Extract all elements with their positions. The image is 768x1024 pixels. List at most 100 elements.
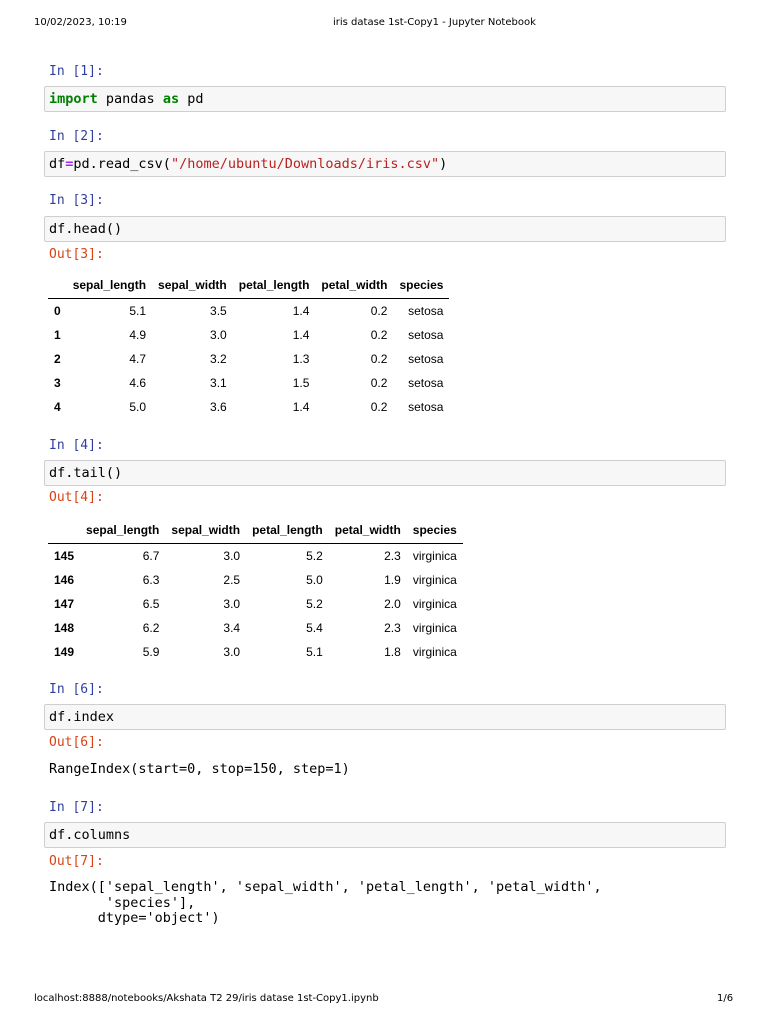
table-cell: 1.9 [384,573,401,587]
table-cell: setosa [408,304,444,318]
table-cell: 0.2 [370,400,388,414]
row-index: 3 [54,376,61,390]
input-prompt: In [6]: [49,682,104,697]
table-cell: virginica [412,597,457,611]
input-prompt: In [3]: [49,193,104,208]
table-cell: 1.4 [292,328,310,342]
table-cell: 3.5 [210,304,227,318]
table-cell: 0.2 [370,304,388,318]
column-header [48,517,81,544]
table-cell: setosa [408,376,444,390]
table-row: 0 5.1 3.5 1.4 0.2 setosa [48,299,449,324]
code-cell[interactable]: import pandas as pd [44,86,726,112]
table-cell: 1.5 [292,376,310,390]
table-cell: 1.4 [292,304,310,318]
table-cell: setosa [408,400,444,414]
table-cell: 5.2 [306,597,323,611]
table-cell: 6.7 [142,549,160,563]
table-cell: 1.8 [384,645,401,659]
table-row: 2 4.7 3.2 1.3 0.2 setosa [48,347,449,371]
table-cell: setosa [408,352,444,366]
code-cell[interactable]: df.index [44,704,726,730]
output-prompt: Out[7]: [49,854,104,869]
column-header: species [393,272,450,299]
output-prompt: Out[6]: [49,735,104,750]
column-header: petal_length [246,517,329,544]
table-cell: 0.2 [370,328,388,342]
input-prompt: In [4]: [49,438,104,453]
table-cell: 3.6 [210,400,227,414]
row-index: 4 [54,400,61,414]
table-row: 147 6.5 3.0 5.2 2.0 virginica [48,592,463,616]
row-index: 145 [54,549,75,563]
input-prompt: In [1]: [49,64,104,79]
row-index: 1 [54,328,61,342]
table-cell: 6.2 [142,621,160,635]
code-cell[interactable]: df.columns [44,822,726,848]
code-text: pd.read_csv( [73,156,171,172]
code-keyword: import [49,91,98,107]
table-cell: virginica [412,573,457,587]
row-index: 147 [54,597,75,611]
table-cell: virginica [412,549,457,563]
table-cell: 5.0 [306,573,323,587]
table-cell: 3.2 [210,352,227,366]
dataframe-head-table: sepal_length sepal_width petal_length petal… [48,272,450,419]
output-text: RangeIndex(start=0, stop=150, step=1) [49,761,350,777]
table-cell: virginica [412,645,457,659]
code-cell[interactable]: df.tail() [44,460,726,486]
page-number: 1/6 [717,993,734,1004]
row-index: 149 [54,645,75,659]
row-index: 2 [54,352,61,366]
column-header: petal_width [315,272,394,299]
print-title: iris datase 1st-Copy1 - Jupyter Notebook [333,17,536,28]
input-prompt: In [7]: [49,800,104,815]
column-header: species [406,517,463,544]
table-cell: 2.3 [384,549,401,563]
table-cell: 4.6 [129,376,147,390]
row-index: 148 [54,621,75,635]
table-cell: 5.4 [306,621,323,635]
input-prompt: In [2]: [49,129,104,144]
code-cell[interactable]: df=pd.read_csv("/home/ubuntu/Downloads/i… [44,151,726,177]
table-cell: 6.3 [142,573,160,587]
row-index: 146 [54,573,75,587]
table-cell: 2.0 [384,597,401,611]
table-row: 146 6.3 2.5 5.0 1.9 virginica [48,568,463,592]
code-cell[interactable]: df.head() [44,216,726,242]
code-keyword: as [162,91,180,107]
table-cell: 3.0 [223,549,241,563]
table-row: 149 5.9 3.0 5.1 1.8 virginica [48,640,463,664]
table-row: 145 6.7 3.0 5.2 2.3 virginica [48,544,463,569]
code-text: pd [179,91,204,107]
row-index: 0 [54,304,61,318]
table-cell: 5.1 [129,304,147,318]
output-text: Index(['sepal_length', 'sepal_width', 'p… [49,879,602,926]
table-cell: 2.3 [384,621,401,635]
table-cell: 5.2 [306,549,323,563]
table-cell: 1.4 [292,400,310,414]
table-cell: 5.1 [306,645,323,659]
table-cell: virginica [412,621,457,635]
table-cell: 3.4 [223,621,241,635]
dataframe-tail-table: sepal_length sepal_width petal_length petal… [48,517,463,664]
table-cell: 0.2 [370,352,388,366]
table-row: 4 5.0 3.6 1.4 0.2 setosa [48,395,449,419]
table-cell: 5.0 [129,400,147,414]
table-row: 148 6.2 3.4 5.4 2.3 virginica [48,616,463,640]
code-text: df [49,156,66,172]
code-text: ) [439,156,448,172]
output-prompt: Out[4]: [49,490,104,505]
table-row: 1 4.9 3.0 1.4 0.2 setosa [48,323,449,347]
table-cell: setosa [408,328,444,342]
print-url: localhost:8888/notebooks/Akshata T2 29/i… [34,993,379,1004]
column-header: sepal_length [66,272,153,299]
column-header: petal_length [232,272,316,299]
column-header: petal_width [328,517,407,544]
table-cell: 1.3 [292,352,310,366]
table-cell: 3.0 [210,328,227,342]
table-header-row: sepal_length sepal_width petal_length petal… [48,517,463,544]
table-cell: 2.5 [223,573,241,587]
code-string: "/home/ubuntu/Downloads/iris.csv" [170,156,440,172]
code-text: pandas [97,91,163,107]
